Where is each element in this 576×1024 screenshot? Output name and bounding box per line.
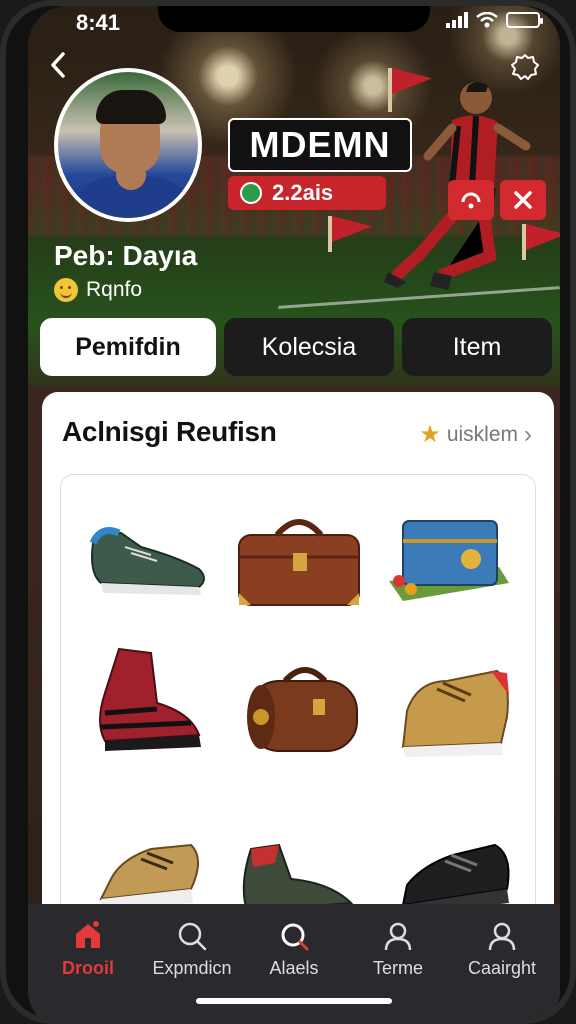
collection-title: Aclnisgi Reufisn <box>62 416 277 447</box>
tab-item[interactable]: Item <box>402 318 552 376</box>
player-subtitle: Rqnfo <box>54 278 142 302</box>
nav-label: Drooil <box>62 958 114 978</box>
status-bar: 8:41 <box>28 6 560 40</box>
player-subtitle-text: Rqnfo <box>86 278 143 301</box>
player-name: Peb: Dayıa <box>54 240 198 271</box>
nav-expmdicn[interactable]: Expmdicn <box>140 920 244 979</box>
nav-alaels[interactable]: Alaels <box>242 920 346 979</box>
refresh-button[interactable] <box>448 180 494 220</box>
close-button[interactable] <box>500 180 546 220</box>
page-title: MDEMN <box>228 118 412 172</box>
app-screen: 8:41 MDEMN 2.2ais Peb: Dayıa Rqnfo Pemif… <box>28 6 560 1018</box>
player-avatar[interactable] <box>54 68 202 222</box>
search-icon <box>281 923 309 951</box>
refresh-icon <box>461 192 481 209</box>
back-button[interactable] <box>46 50 74 84</box>
item-leather-roll-bag[interactable] <box>233 651 373 771</box>
notch <box>158 6 430 32</box>
profile-tabs: Pemifdin Kolecsia Item <box>40 318 552 376</box>
person-icon <box>384 922 412 951</box>
chevron-right-icon: › <box>524 420 532 448</box>
battery-icon <box>506 12 543 28</box>
chevron-left-icon <box>51 52 65 78</box>
status-time: 8:41 <box>76 10 121 35</box>
corner-flag <box>328 216 372 252</box>
item-red-boot[interactable] <box>81 643 221 763</box>
view-all-label: uisklem <box>446 422 518 446</box>
nav-caairght[interactable]: Caairght <box>450 920 554 979</box>
coin-balance-value: 2.2ais <box>272 180 334 205</box>
close-icon <box>514 191 532 209</box>
nav-label: Alaels <box>269 958 319 978</box>
signal-icon <box>446 12 468 28</box>
status-icons <box>446 12 543 28</box>
wifi-icon <box>476 12 498 28</box>
view-all-link[interactable]: ★ uisklem › <box>419 420 532 449</box>
item-leather-chest[interactable] <box>229 505 369 625</box>
person-icon <box>488 922 516 951</box>
tab-kolecsia[interactable]: Kolecsia <box>224 318 394 376</box>
coin-balance[interactable]: 2.2ais <box>228 176 386 210</box>
item-tan-sneaker[interactable] <box>387 651 527 771</box>
home-indicator[interactable] <box>196 998 392 1004</box>
nav-label: Terme <box>372 958 423 978</box>
item-blue-suitcase[interactable] <box>379 501 519 621</box>
search-icon <box>178 922 207 951</box>
bottom-navigation: Drooil Expmdicn Alaels Terme Caairght <box>28 904 560 1018</box>
tab-pemifdin[interactable]: Pemifdin <box>40 318 216 376</box>
collection-card: Aclnisgi Reufisn ★ uisklem › <box>42 392 554 932</box>
smiley-icon <box>54 278 78 302</box>
avatar-hair <box>96 90 166 124</box>
collection-grid <box>60 474 536 932</box>
home-icon <box>76 921 100 948</box>
nav-label: Caairght <box>467 958 537 978</box>
nav-terme[interactable]: Terme <box>346 920 450 979</box>
nav-droil[interactable]: Drooil <box>36 920 140 979</box>
phone-frame: 8:41 MDEMN 2.2ais Peb: Dayıa Rqnfo Pemif… <box>0 0 576 1024</box>
star-icon: ★ <box>419 421 441 448</box>
coin-icon <box>240 182 262 204</box>
item-green-cleat[interactable] <box>81 503 221 623</box>
nav-label: Expmdicn <box>152 958 232 978</box>
